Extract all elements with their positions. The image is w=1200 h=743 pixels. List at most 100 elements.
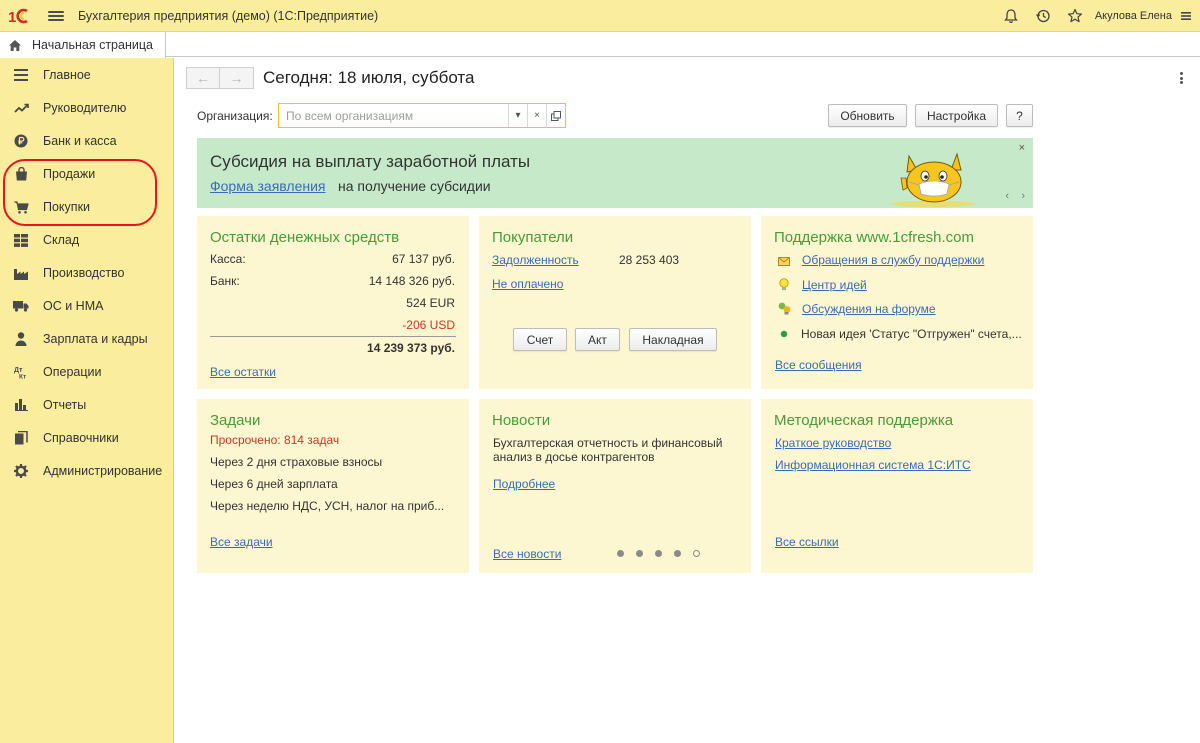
kassa-label: Касса: xyxy=(210,252,246,266)
organization-input[interactable] xyxy=(279,104,508,127)
carousel-dot[interactable] xyxy=(636,550,643,557)
new-idea-text[interactable]: Новая идея 'Статус "Отгружен" счета,... xyxy=(801,327,1022,341)
all-balances-link[interactable]: Все остатки xyxy=(210,365,276,379)
back-arrow-icon[interactable]: ← xyxy=(186,67,220,89)
shopping-bag-icon xyxy=(11,166,31,182)
subsidy-banner: Субсидия на выплату заработной платы Фор… xyxy=(197,138,1033,208)
carousel-dot[interactable] xyxy=(693,550,700,557)
panel-title: Новости xyxy=(492,412,551,429)
sidebar-item-label: Зарплата и кадры xyxy=(43,332,148,346)
methodical-support-panel: Методическая поддержка Краткое руководст… xyxy=(761,399,1033,573)
act-button[interactable]: Акт xyxy=(575,328,620,351)
tab-bar: Начальная страница xyxy=(0,32,1200,58)
quick-guide-link[interactable]: Краткое руководство xyxy=(775,436,891,450)
forum-link[interactable]: Обсуждения на форуме xyxy=(802,302,936,316)
invoice-button[interactable]: Счет xyxy=(513,328,567,351)
sidebar-item-label: Отчеты xyxy=(43,398,87,412)
clear-icon[interactable]: × xyxy=(527,104,546,127)
panel-title: Задачи xyxy=(210,412,261,429)
sidebar-item-label: Справочники xyxy=(43,431,119,445)
news-carousel-dots xyxy=(617,550,712,557)
banner-prev-icon[interactable]: ‹ xyxy=(1005,190,1009,202)
application-form-link[interactable]: Форма заявления xyxy=(210,178,326,194)
sidebar-item-operations[interactable]: Дт Кт Операции xyxy=(0,357,174,387)
window-menu-icon[interactable] xyxy=(1172,0,1200,32)
organization-label: Организация: xyxy=(197,109,273,123)
carousel-dot[interactable] xyxy=(655,550,662,557)
panel-title: Поддержка www.1cfresh.com xyxy=(774,229,974,246)
waybill-button[interactable]: Накладная xyxy=(629,328,717,351)
gear-icon xyxy=(11,463,31,479)
banner-title: Субсидия на выплату заработной платы xyxy=(210,152,531,171)
all-messages-link[interactable]: Все сообщения xyxy=(775,358,862,372)
support-requests-link[interactable]: Обращения в службу поддержки xyxy=(802,253,984,267)
debt-link[interactable]: Задолженность xyxy=(492,253,579,267)
news-panel: Новости Бухгалтерская отчетность и финан… xyxy=(479,399,751,573)
lightbulb-icon xyxy=(777,277,791,291)
sidebar-item-administration[interactable]: Администрирование xyxy=(0,456,174,486)
ideas-center-link[interactable]: Центр идей xyxy=(802,278,867,292)
debt-value: 28 253 403 xyxy=(619,253,680,267)
sidebar-item-main[interactable]: Главное xyxy=(0,60,174,90)
settings-button[interactable]: Настройка xyxy=(915,104,998,127)
open-form-icon[interactable] xyxy=(546,104,565,127)
read-more-link[interactable]: Подробнее xyxy=(493,477,555,491)
notifications-bell-icon[interactable] xyxy=(995,0,1027,32)
sidebar-item-bank[interactable]: Банк и касса xyxy=(0,126,174,156)
banner-next-icon[interactable]: › xyxy=(1021,190,1025,202)
task-item[interactable]: Через неделю НДС, УСН, налог на приб... xyxy=(210,499,444,513)
sidebar-item-label: Руководителю xyxy=(43,101,127,115)
sidebar-item-label: Покупки xyxy=(43,200,91,214)
truck-icon xyxy=(11,298,31,314)
all-tasks-link[interactable]: Все задачи xyxy=(210,535,273,549)
refresh-button[interactable]: Обновить xyxy=(828,104,907,127)
panel-title: Остатки денежных средств xyxy=(210,229,400,246)
task-item[interactable]: Через 6 дней зарплата xyxy=(210,477,338,491)
sidebar-item-purchases[interactable]: Покупки xyxy=(0,192,174,222)
person-icon xyxy=(11,331,31,347)
sidebar-item-salary[interactable]: Зарплата и кадры xyxy=(0,324,174,354)
all-news-link[interactable]: Все новости xyxy=(493,547,561,561)
carousel-dot[interactable] xyxy=(617,550,624,557)
user-name[interactable]: Акулова Елена xyxy=(1095,10,1172,22)
news-text-line: Бухгалтерская отчетность и финансовый xyxy=(493,436,723,450)
history-icon[interactable] xyxy=(1027,0,1059,32)
news-text-line: анализ в досье контрагентов xyxy=(493,450,655,464)
menu-icon xyxy=(11,67,31,83)
sidebar-item-warehouse[interactable]: Склад xyxy=(0,225,174,255)
buyers-panel: Покупатели Задолженность 28 253 403 Не о… xyxy=(479,216,751,389)
bar-chart-icon xyxy=(11,397,31,413)
sidebar-item-sales[interactable]: Продажи xyxy=(0,159,174,189)
sidebar-item-manager[interactable]: Руководителю xyxy=(0,93,174,123)
history-navigation: ← → xyxy=(186,67,254,89)
sidebar-item-production[interactable]: Производство xyxy=(0,258,174,288)
ruble-coin-icon xyxy=(11,133,31,149)
panel-title: Покупатели xyxy=(492,229,574,246)
sidebar-item-label: Производство xyxy=(43,266,125,280)
forward-arrow-icon[interactable]: → xyxy=(220,67,254,89)
trend-icon xyxy=(11,100,31,116)
tab-home-page[interactable]: Начальная страница xyxy=(0,32,166,58)
bank-label: Банк: xyxy=(210,274,240,288)
sidebar-item-label: Банк и касса xyxy=(43,134,117,148)
overdue-tasks[interactable]: Просрочено: 814 задач xyxy=(210,433,339,447)
all-links-link[interactable]: Все ссылки xyxy=(775,535,839,549)
unpaid-link[interactable]: Не оплачено xyxy=(492,277,563,291)
favorites-star-icon[interactable] xyxy=(1059,0,1091,32)
sidebar-item-reports[interactable]: Отчеты xyxy=(0,390,174,420)
its-system-link[interactable]: Информационная система 1С:ИТС xyxy=(775,458,971,472)
more-actions-icon[interactable] xyxy=(1176,70,1186,86)
banner-close-icon[interactable]: × xyxy=(1019,142,1025,154)
dropdown-arrow-icon[interactable]: ▾ xyxy=(508,104,527,127)
sidebar-item-label: Администрирование xyxy=(43,464,163,478)
organization-field: ▾ × xyxy=(278,103,566,128)
main-menu-icon[interactable] xyxy=(48,9,64,23)
1c-logo[interactable]: 1 xyxy=(6,6,36,26)
sidebar-item-directories[interactable]: Справочники xyxy=(0,423,174,453)
carousel-dot[interactable] xyxy=(674,550,681,557)
svg-text:1: 1 xyxy=(8,9,16,25)
help-button[interactable]: ? xyxy=(1006,104,1033,127)
sidebar-item-fixed-assets[interactable]: ОС и НМА xyxy=(0,291,174,321)
task-item[interactable]: Через 2 дня страховые взносы xyxy=(210,455,382,469)
bank-value-usd: -206 USD xyxy=(402,318,455,332)
